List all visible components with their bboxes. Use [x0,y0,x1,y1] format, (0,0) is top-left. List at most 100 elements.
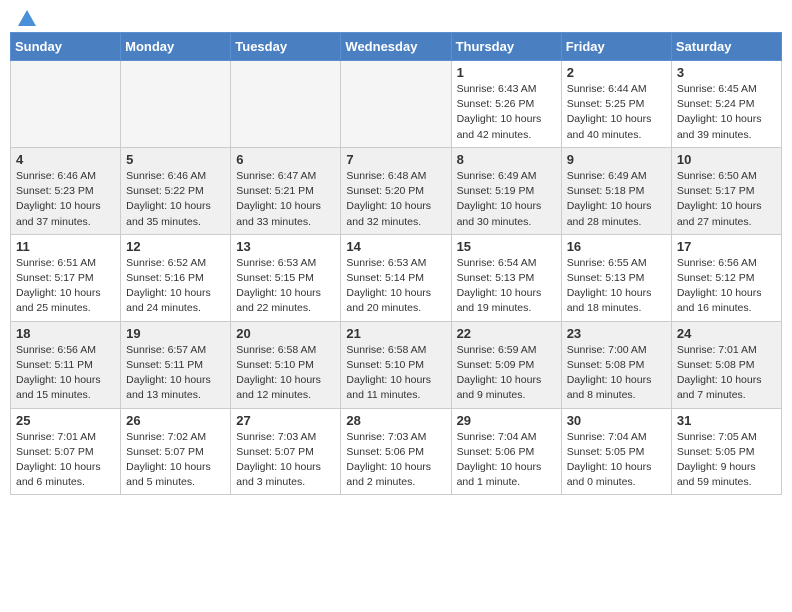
day-number: 7 [346,152,445,167]
calendar-week-row: 18Sunrise: 6:56 AM Sunset: 5:11 PM Dayli… [11,321,782,408]
day-info: Sunrise: 6:53 AM Sunset: 5:15 PM Dayligh… [236,256,335,317]
calendar-week-row: 1 Sunrise: 6:43 AM Sunset: 5:26 PM Daylig… [11,61,782,148]
calendar-day-cell: 26Sunrise: 7:02 AM Sunset: 5:07 PM Dayli… [121,408,231,495]
day-info: Sunrise: 6:47 AM Sunset: 5:21 PM Dayligh… [236,169,335,230]
day-info: Sunrise: 6:58 AM Sunset: 5:10 PM Dayligh… [236,343,335,404]
day-info: Sunrise: 6:46 AM Sunset: 5:23 PM Dayligh… [16,169,115,230]
calendar-day-cell: 4 Sunrise: 6:46 AM Sunset: 5:23 PM Daylig… [11,147,121,234]
day-number: 5 [126,152,225,167]
day-info: Sunrise: 6:45 AM Sunset: 5:24 PM Dayligh… [677,82,776,143]
day-number: 31 [677,413,776,428]
calendar-day-cell: 16Sunrise: 6:55 AM Sunset: 5:13 PM Dayli… [561,234,671,321]
day-number: 13 [236,239,335,254]
calendar-day-cell: 18Sunrise: 6:56 AM Sunset: 5:11 PM Dayli… [11,321,121,408]
day-number: 4 [16,152,115,167]
calendar-day-cell [341,61,451,148]
calendar-day-cell: 25 Sunrise: 7:01 AM Sunset: 5:07 PM Dayli… [11,408,121,495]
calendar-table: SundayMondayTuesdayWednesdayThursdayFrid… [10,32,782,495]
weekday-header-row: SundayMondayTuesdayWednesdayThursdayFrid… [11,33,782,61]
logo-icon [16,8,38,30]
day-info: Sunrise: 7:05 AM Sunset: 5:05 PM Dayligh… [677,430,776,491]
weekday-header-friday: Friday [561,33,671,61]
calendar-week-row: 4 Sunrise: 6:46 AM Sunset: 5:23 PM Daylig… [11,147,782,234]
day-number: 14 [346,239,445,254]
day-number: 17 [677,239,776,254]
day-info: Sunrise: 6:56 AM Sunset: 5:12 PM Dayligh… [677,256,776,317]
day-info: Sunrise: 6:43 AM Sunset: 5:26 PM Dayligh… [457,82,556,143]
day-number: 3 [677,65,776,80]
logo [14,10,38,26]
calendar-day-cell: 11 Sunrise: 6:51 AM Sunset: 5:17 PM Dayli… [11,234,121,321]
day-number: 9 [567,152,666,167]
day-number: 30 [567,413,666,428]
day-number: 19 [126,326,225,341]
calendar-day-cell: 24 Sunrise: 7:01 AM Sunset: 5:08 PM Dayli… [671,321,781,408]
calendar-day-cell: 21Sunrise: 6:58 AM Sunset: 5:10 PM Dayli… [341,321,451,408]
day-number: 11 [16,239,115,254]
day-number: 10 [677,152,776,167]
calendar-day-cell: 20 Sunrise: 6:58 AM Sunset: 5:10 PM Dayli… [231,321,341,408]
day-info: Sunrise: 7:03 AM Sunset: 5:07 PM Dayligh… [236,430,335,491]
day-number: 23 [567,326,666,341]
day-info: Sunrise: 6:49 AM Sunset: 5:18 PM Dayligh… [567,169,666,230]
weekday-header-tuesday: Tuesday [231,33,341,61]
day-number: 24 [677,326,776,341]
day-number: 25 [16,413,115,428]
day-info: Sunrise: 7:04 AM Sunset: 5:05 PM Dayligh… [567,430,666,491]
day-number: 15 [457,239,556,254]
calendar-day-cell: 7 Sunrise: 6:48 AM Sunset: 5:20 PM Daylig… [341,147,451,234]
day-number: 29 [457,413,556,428]
day-info: Sunrise: 7:01 AM Sunset: 5:07 PM Dayligh… [16,430,115,491]
day-info: Sunrise: 6:58 AM Sunset: 5:10 PM Dayligh… [346,343,445,404]
calendar-day-cell: 12 Sunrise: 6:52 AM Sunset: 5:16 PM Dayli… [121,234,231,321]
calendar-day-cell: 19 Sunrise: 6:57 AM Sunset: 5:11 PM Dayli… [121,321,231,408]
day-info: Sunrise: 7:01 AM Sunset: 5:08 PM Dayligh… [677,343,776,404]
weekday-header-monday: Monday [121,33,231,61]
calendar-day-cell: 10 Sunrise: 6:50 AM Sunset: 5:17 PM Dayli… [671,147,781,234]
day-info: Sunrise: 6:51 AM Sunset: 5:17 PM Dayligh… [16,256,115,317]
page-header [10,10,782,26]
calendar-day-cell: 23 Sunrise: 7:00 AM Sunset: 5:08 PM Dayli… [561,321,671,408]
day-info: Sunrise: 6:53 AM Sunset: 5:14 PM Dayligh… [346,256,445,317]
day-number: 20 [236,326,335,341]
calendar-day-cell: 3 Sunrise: 6:45 AM Sunset: 5:24 PM Daylig… [671,61,781,148]
day-number: 1 [457,65,556,80]
calendar-day-cell: 9 Sunrise: 6:49 AM Sunset: 5:18 PM Daylig… [561,147,671,234]
calendar-day-cell: 31 Sunrise: 7:05 AM Sunset: 5:05 PM Dayli… [671,408,781,495]
calendar-day-cell: 2Sunrise: 6:44 AM Sunset: 5:25 PM Daylig… [561,61,671,148]
calendar-day-cell [11,61,121,148]
day-info: Sunrise: 7:00 AM Sunset: 5:08 PM Dayligh… [567,343,666,404]
day-info: Sunrise: 6:44 AM Sunset: 5:25 PM Dayligh… [567,82,666,143]
day-number: 16 [567,239,666,254]
calendar-day-cell: 22Sunrise: 6:59 AM Sunset: 5:09 PM Dayli… [451,321,561,408]
weekday-header-sunday: Sunday [11,33,121,61]
day-number: 26 [126,413,225,428]
calendar-week-row: 25 Sunrise: 7:01 AM Sunset: 5:07 PM Dayli… [11,408,782,495]
day-info: Sunrise: 6:50 AM Sunset: 5:17 PM Dayligh… [677,169,776,230]
calendar-day-cell [231,61,341,148]
calendar-day-cell: 28 Sunrise: 7:03 AM Sunset: 5:06 PM Dayli… [341,408,451,495]
day-info: Sunrise: 6:46 AM Sunset: 5:22 PM Dayligh… [126,169,225,230]
day-info: Sunrise: 6:52 AM Sunset: 5:16 PM Dayligh… [126,256,225,317]
calendar-day-cell: 15 Sunrise: 6:54 AM Sunset: 5:13 PM Dayli… [451,234,561,321]
calendar-day-cell: 13 Sunrise: 6:53 AM Sunset: 5:15 PM Dayli… [231,234,341,321]
calendar-day-cell: 17 Sunrise: 6:56 AM Sunset: 5:12 PM Dayli… [671,234,781,321]
day-info: Sunrise: 7:03 AM Sunset: 5:06 PM Dayligh… [346,430,445,491]
day-info: Sunrise: 6:57 AM Sunset: 5:11 PM Dayligh… [126,343,225,404]
calendar-day-cell: 14 Sunrise: 6:53 AM Sunset: 5:14 PM Dayli… [341,234,451,321]
day-info: Sunrise: 6:54 AM Sunset: 5:13 PM Dayligh… [457,256,556,317]
day-info: Sunrise: 6:48 AM Sunset: 5:20 PM Dayligh… [346,169,445,230]
calendar-day-cell: 5 Sunrise: 6:46 AM Sunset: 5:22 PM Daylig… [121,147,231,234]
calendar-day-cell: 27 Sunrise: 7:03 AM Sunset: 5:07 PM Dayli… [231,408,341,495]
calendar-day-cell: 1 Sunrise: 6:43 AM Sunset: 5:26 PM Daylig… [451,61,561,148]
calendar-day-cell [121,61,231,148]
calendar-day-cell: 30 Sunrise: 7:04 AM Sunset: 5:05 PM Dayli… [561,408,671,495]
calendar-day-cell: 8Sunrise: 6:49 AM Sunset: 5:19 PM Daylig… [451,147,561,234]
day-number: 12 [126,239,225,254]
day-number: 27 [236,413,335,428]
day-info: Sunrise: 6:59 AM Sunset: 5:09 PM Dayligh… [457,343,556,404]
weekday-header-thursday: Thursday [451,33,561,61]
day-info: Sunrise: 6:56 AM Sunset: 5:11 PM Dayligh… [16,343,115,404]
calendar-day-cell: 6Sunrise: 6:47 AM Sunset: 5:21 PM Daylig… [231,147,341,234]
day-number: 28 [346,413,445,428]
